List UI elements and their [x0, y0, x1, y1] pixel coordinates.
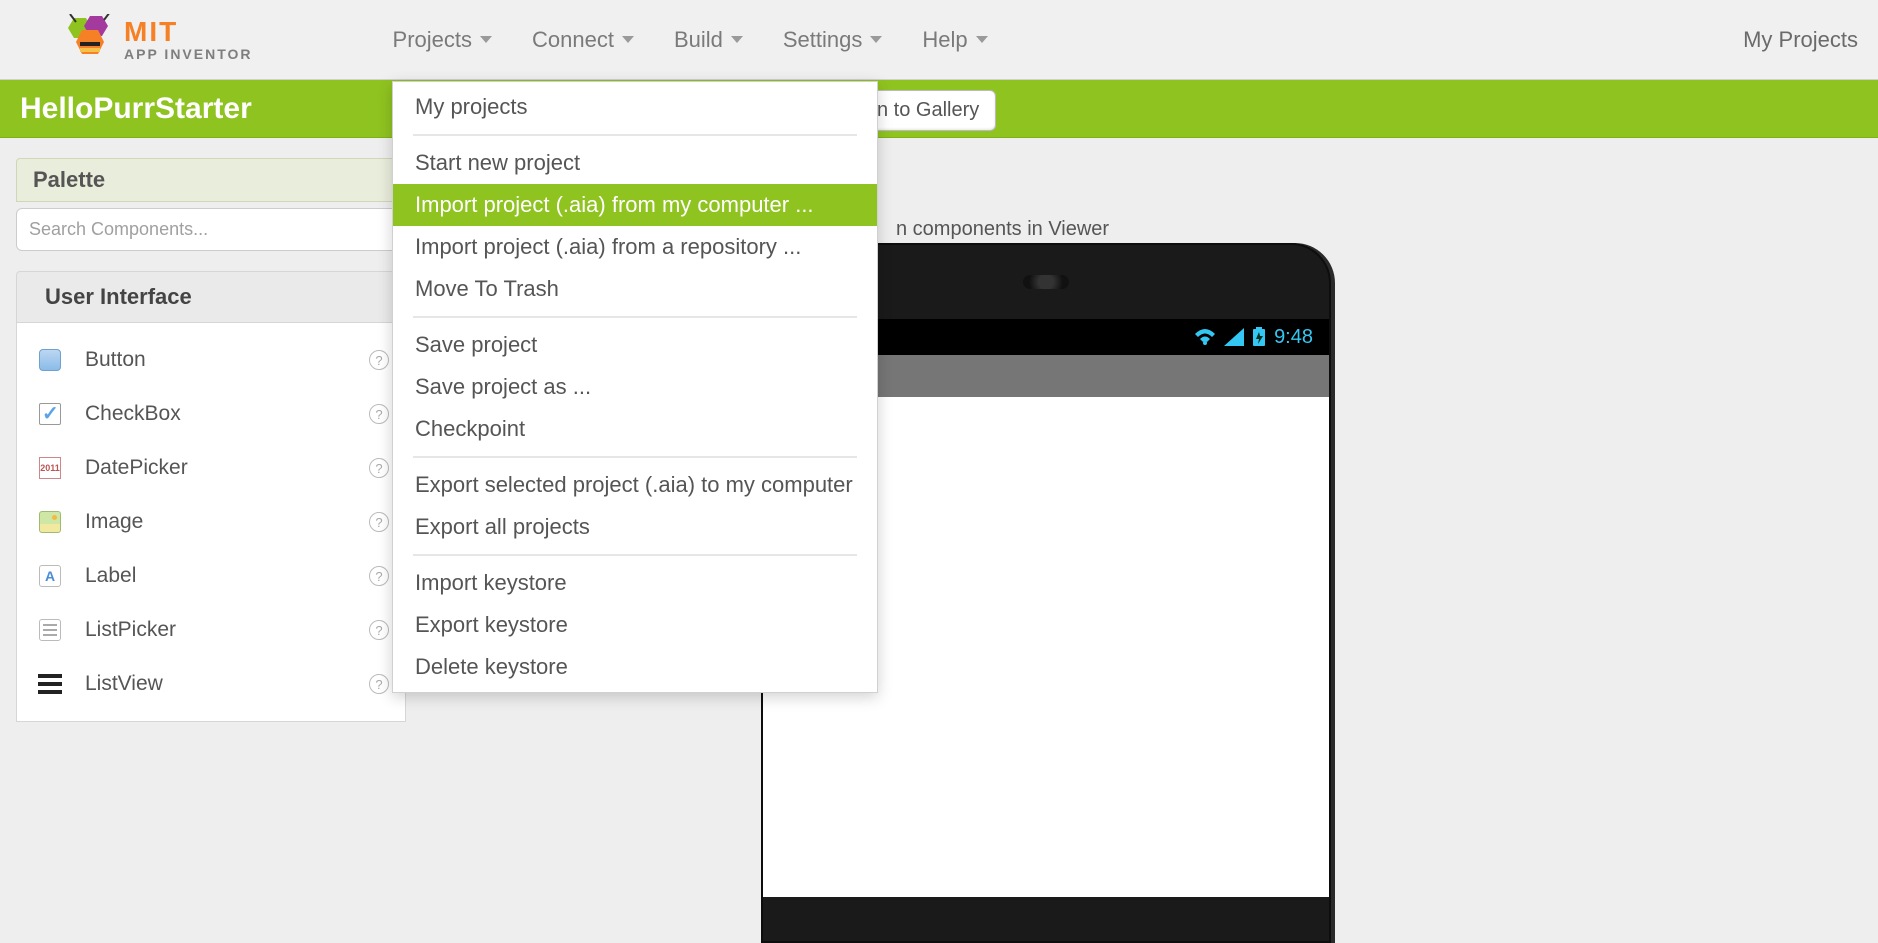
- dd-checkpoint[interactable]: Checkpoint: [393, 408, 877, 450]
- phone-speaker: [1023, 275, 1069, 289]
- brand-text: MIT APP INVENTOR: [124, 18, 253, 62]
- help-icon[interactable]: ?: [369, 458, 389, 478]
- palette-header: Palette: [16, 158, 406, 202]
- palette-item-label: DatePicker: [85, 456, 188, 480]
- caret-icon: [622, 36, 634, 43]
- brand-logo[interactable]: MIT APP INVENTOR: [60, 14, 253, 66]
- menu-settings-label: Settings: [783, 27, 863, 53]
- dd-move-to-trash[interactable]: Move To Trash: [393, 268, 877, 310]
- wifi-icon: [1194, 328, 1216, 346]
- menu-connect-label: Connect: [532, 27, 614, 53]
- dd-export-keystore[interactable]: Export keystore: [393, 604, 877, 646]
- brand-line1: MIT: [124, 18, 253, 46]
- search-input[interactable]: [16, 208, 406, 251]
- project-bar: HelloPurrStarter n to Gallery: [0, 80, 1878, 138]
- checkbox-icon: [37, 401, 63, 427]
- menu-settings[interactable]: Settings: [783, 27, 883, 53]
- menu-build[interactable]: Build: [674, 27, 743, 53]
- palette-item-checkbox[interactable]: CheckBox ?: [29, 387, 393, 441]
- menu-connect[interactable]: Connect: [532, 27, 634, 53]
- menu-projects-label: Projects: [393, 27, 472, 53]
- menu-build-label: Build: [674, 27, 723, 53]
- top-bar: MIT APP INVENTOR Projects Connect Build …: [0, 0, 1878, 80]
- caret-icon: [480, 36, 492, 43]
- menu-projects[interactable]: Projects: [393, 27, 492, 53]
- button-icon: [37, 347, 63, 373]
- dd-save-project[interactable]: Save project: [393, 324, 877, 366]
- image-icon: [37, 509, 63, 535]
- label-icon: A: [37, 563, 63, 589]
- palette-item-listpicker[interactable]: ListPicker ?: [29, 603, 393, 657]
- help-icon[interactable]: ?: [369, 620, 389, 640]
- caret-icon: [731, 36, 743, 43]
- help-icon[interactable]: ?: [369, 404, 389, 424]
- dropdown-separator: [413, 134, 857, 136]
- dd-save-project-as[interactable]: Save project as ...: [393, 366, 877, 408]
- battery-icon: [1252, 327, 1266, 347]
- dropdown-separator: [413, 456, 857, 458]
- dd-my-projects[interactable]: My projects: [393, 86, 877, 128]
- phone-clock: 9:48: [1274, 326, 1313, 349]
- datepicker-icon: 2011: [37, 455, 63, 481]
- listview-icon: [37, 671, 63, 697]
- dropdown-separator: [413, 316, 857, 318]
- palette-item-button[interactable]: Button ?: [29, 333, 393, 387]
- palette-item-datepicker[interactable]: 2011 DatePicker ?: [29, 441, 393, 495]
- palette-item-listview[interactable]: ListView ?: [29, 657, 393, 711]
- palette-item-image[interactable]: Image ?: [29, 495, 393, 549]
- help-icon[interactable]: ?: [369, 512, 389, 532]
- project-title: HelloPurrStarter: [20, 92, 252, 126]
- dd-import-from-repository[interactable]: Import project (.aia) from a repository …: [393, 226, 877, 268]
- dd-start-new-project[interactable]: Start new project: [393, 142, 877, 184]
- help-icon[interactable]: ?: [369, 566, 389, 586]
- dd-import-from-computer[interactable]: Import project (.aia) from my computer .…: [393, 184, 877, 226]
- signal-icon: [1224, 328, 1244, 346]
- dd-import-keystore[interactable]: Import keystore: [393, 562, 877, 604]
- palette-item-label[interactable]: A Label ?: [29, 549, 393, 603]
- projects-dropdown: My projects Start new project Import pro…: [392, 81, 878, 693]
- viewer-hint: n components in Viewer: [896, 218, 1109, 241]
- dd-delete-keystore[interactable]: Delete keystore: [393, 646, 877, 688]
- palette-item-label: ListPicker: [85, 618, 176, 642]
- brand-line2: APP INVENTOR: [124, 46, 253, 62]
- dropdown-separator: [413, 554, 857, 556]
- palette-category-user-interface[interactable]: User Interface: [16, 271, 406, 323]
- help-icon[interactable]: ?: [369, 350, 389, 370]
- palette-panel: Palette User Interface Button ? CheckBox…: [16, 158, 406, 722]
- menu-bar: Projects Connect Build Settings Help: [393, 27, 988, 53]
- palette-category-body: Button ? CheckBox ? 2011 DatePicker ? Im…: [16, 323, 406, 722]
- palette-item-label: CheckBox: [85, 402, 181, 426]
- palette-item-label: ListView: [85, 672, 163, 696]
- bee-icon: [60, 14, 118, 66]
- dd-export-all[interactable]: Export all projects: [393, 506, 877, 548]
- palette-item-label: Image: [85, 510, 143, 534]
- menu-help[interactable]: Help: [922, 27, 987, 53]
- my-projects-link[interactable]: My Projects: [1743, 27, 1858, 53]
- caret-icon: [870, 36, 882, 43]
- help-icon[interactable]: ?: [369, 674, 389, 694]
- listpicker-icon: [37, 617, 63, 643]
- palette-item-label: Button: [85, 348, 146, 372]
- dd-export-selected[interactable]: Export selected project (.aia) to my com…: [393, 464, 877, 506]
- workspace: Palette User Interface Button ? CheckBox…: [0, 138, 1878, 722]
- palette-item-label: Label: [85, 564, 136, 588]
- caret-icon: [976, 36, 988, 43]
- menu-help-label: Help: [922, 27, 967, 53]
- gallery-button[interactable]: n to Gallery: [860, 90, 996, 131]
